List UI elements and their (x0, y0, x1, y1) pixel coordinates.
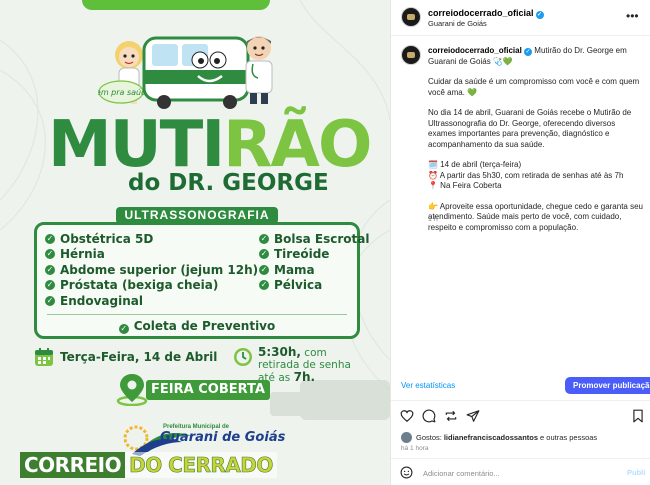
post-header: correiodocerrado_oficial ✓ Guarani de Goi… (391, 0, 650, 36)
caption-time-line: ⏰ A partir das 5h30, com retirada de sen… (428, 170, 624, 180)
check-circle-icon: ✓ (259, 264, 269, 275)
exam-item: ✓ Abdome superior (jejum 12h) (45, 262, 259, 277)
event-time: 5:30h, com retirada de senha até as 7h. (258, 346, 368, 384)
caption-paragraph: 👉 Aproveite essa oportunidade, chegue ce… (428, 201, 643, 232)
exam-list-box: ✓ Obstétrica 5D ✓ Hérnia ✓ Abdome superior … (34, 222, 369, 339)
caption-body: correiodocerrado_oficial ✓ Mutirão do Dr… (428, 46, 643, 243)
comment-input[interactable] (423, 466, 613, 480)
doctor-mascot-illustration (245, 36, 273, 104)
event-time-end: 7h. (293, 370, 316, 384)
check-circle-icon: ✓ (45, 233, 55, 244)
author-avatar[interactable] (401, 7, 421, 27)
exam-item: ✓ Próstata (bexiga cheia) (45, 278, 219, 293)
check-circle-icon: ✓ (259, 233, 269, 244)
prefeitura-name: Guarani de Goiás (160, 430, 286, 445)
exam-item: ✓ Obstétrica 5D (45, 231, 154, 246)
caption-paragraph: No dia 14 de abril, Guarani de Goiás rec… (428, 108, 632, 149)
more-horizontal-icon[interactable]: ••• (626, 9, 639, 23)
check-circle-icon: ✓ (45, 280, 55, 291)
watermark-part-1: CORREIO (20, 452, 126, 478)
exam-item: ✓ Hérnia (45, 247, 105, 262)
check-circle-icon: ✓ (45, 249, 55, 260)
event-time-start: 5:30h, (258, 345, 301, 359)
emoji-icon[interactable] (400, 466, 413, 479)
likes-suffix[interactable]: e outras pessoas (540, 433, 597, 442)
caption-date-line: 🗓️ 14 de abril (terça-feira) (428, 160, 522, 169)
exam-item: ✓ Bolsa Escrotal (259, 231, 370, 246)
check-circle-icon: ✓ (118, 324, 129, 334)
send-icon[interactable] (466, 409, 480, 423)
liker-avatar[interactable] (401, 431, 412, 443)
clock-icon (234, 348, 252, 366)
post-location[interactable]: Guarani de Goiás (428, 19, 487, 28)
exam-item: ✓ Endovaginal (45, 293, 143, 308)
caption-avatar[interactable] (401, 45, 421, 65)
poster-subtitle: do DR. GEORGE (128, 170, 329, 196)
post-actions (391, 400, 650, 430)
liker-username[interactable]: lidianefranciscadossantos (444, 433, 538, 442)
publish-comment-button[interactable]: Publi (627, 468, 645, 477)
calendar-icon (35, 348, 53, 366)
comment-bar: Publi (391, 458, 650, 485)
exam-item: ✓ Mama (259, 262, 315, 277)
verified-badge-icon: ✓ (535, 11, 544, 19)
promote-post-button[interactable]: Promover publicação (565, 377, 650, 394)
caption-paragraph: Cuidar da saúde é um compromisso com voc… (428, 77, 640, 97)
verified-badge-icon: ✓ (524, 48, 533, 56)
check-circle-icon: ✓ (45, 264, 55, 275)
likes-prefix: Gostos: (416, 432, 442, 442)
author-username[interactable]: correiodocerrado_oficial ✓ (428, 8, 544, 19)
exam-list-left: ✓ Obstétrica 5D ✓ Hérnia ✓ Abdome superior … (45, 231, 258, 309)
location-pin-icon (116, 374, 148, 406)
heart-icon[interactable] (400, 409, 414, 423)
exam-item: ✓ Pélvica (259, 278, 323, 293)
post-side-panel: correiodocerrado_oficial ✓ Guarani de Goi… (390, 0, 650, 485)
exam-list-right: ✓ Bolsa Escrotal ✓ Tireóide ✓ Mama ✓ Pélvica (259, 231, 369, 293)
view-insights-link[interactable]: Ver estatísticas (401, 381, 455, 390)
likes-summary: Gostos: lidianefranciscadossantos e outr… (401, 430, 597, 444)
correio-do-cerrado-watermark: CORREIO DO CERRADO (20, 452, 277, 478)
caption-details: 🗓️ 14 de abril (terça-feira) ⏰ A partir … (428, 160, 643, 192)
exam-item: ✓ Tireóide (259, 247, 330, 262)
event-date: Terça-Feira, 14 de Abril (34, 346, 217, 368)
check-circle-icon: ✓ (45, 295, 55, 306)
event-date-text: Terça-Feira, 14 de Abril (60, 350, 218, 364)
check-circle-icon: ✓ (259, 280, 269, 291)
caption-username[interactable]: correiodocerrado_oficial (428, 46, 522, 55)
bookmark-icon[interactable] (631, 409, 645, 423)
post-caption: correiodocerrado_oficial ✓ Mutirão do Dr… (391, 36, 650, 366)
check-circle-icon: ✓ (259, 249, 269, 260)
post-image[interactable]: Vem pra saúde MUTIRÃO do DR. GEORGE ULTR… (0, 0, 390, 485)
comment-icon[interactable] (422, 409, 436, 423)
post-timestamp: há 1 hora (401, 445, 429, 452)
exam-divider (47, 314, 347, 315)
caption-title-line: correiodocerrado_oficial ✓ Mutirão do Dr… (428, 46, 643, 67)
repost-icon[interactable] (444, 409, 458, 423)
caption-place-line: 📍 Na Feira Coberta (428, 181, 502, 190)
bus-mascot-illustration (142, 36, 250, 109)
caption-timestamp: 1 h (428, 216, 438, 223)
exam-item-preventivo: ✓ Coleta de Preventivo (118, 319, 276, 334)
watermark-part-2: DO CERRADO (125, 452, 277, 478)
event-location: FEIRA COBERTA (146, 380, 270, 400)
